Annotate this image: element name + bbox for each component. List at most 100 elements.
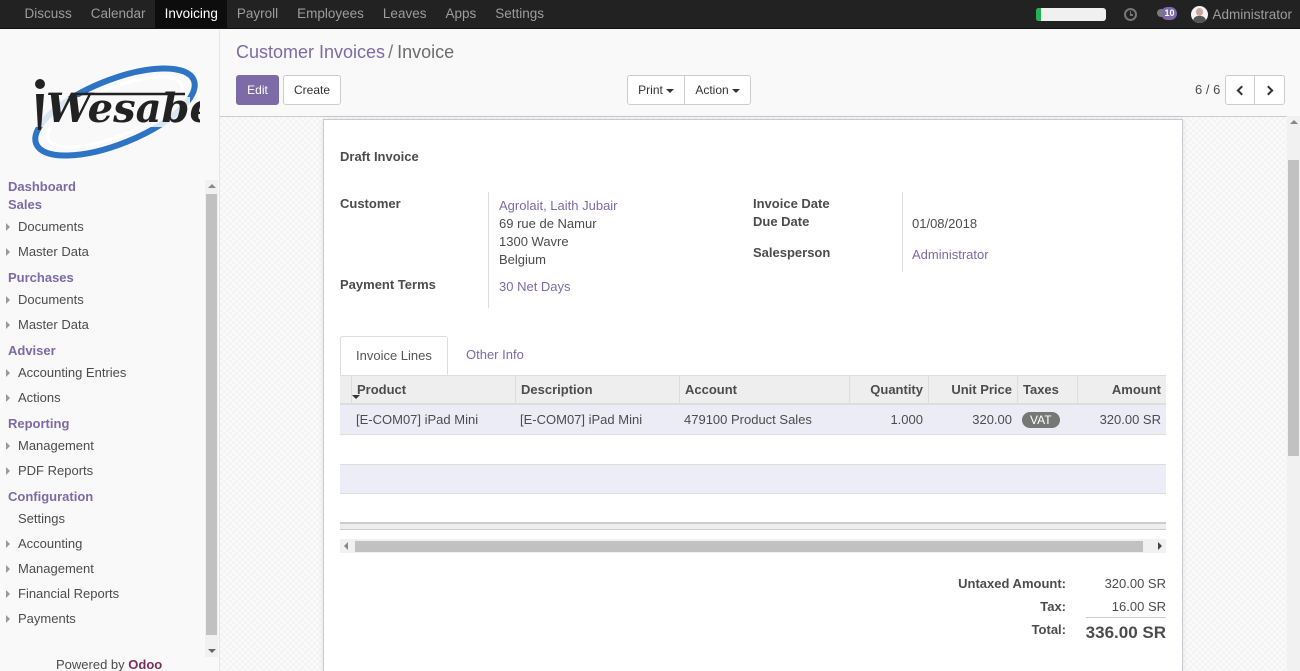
sidebar-item-label: Financial Reports [18,586,120,601]
company-logo: Wesabe [30,65,200,159]
scroll-up-icon[interactable] [1290,120,1298,124]
tax-value: 16.00 SR [1111,599,1166,614]
table-footer [340,522,1166,530]
notebook-tabs: Invoice Lines Other Info [340,336,1166,375]
sidebar-item-purchases-master-data[interactable]: Master Data [0,312,205,337]
caret-right-icon [6,223,10,231]
sidebar-item-label: Master Data [18,244,89,259]
sidebar-item-settings[interactable]: Settings [0,506,205,531]
menu-employees[interactable]: Employees [288,0,374,28]
column-header-product[interactable]: Product [351,376,515,404]
column-header-unit-price[interactable]: Unit Price [928,376,1017,404]
sidebar-item-label: PDF Reports [18,463,94,478]
breadcrumb-customer-invoices[interactable]: Customer Invoices [236,42,385,62]
menu-calendar[interactable]: Calendar [81,0,155,28]
main-scrollbar[interactable] [1287,116,1300,671]
sidebar-item-actions[interactable]: Actions [0,385,205,410]
activity-clock-icon[interactable] [1124,8,1138,21]
user-menu[interactable]: Administrator [1212,7,1292,22]
sidebar-item-payments[interactable]: Payments [0,606,205,631]
sidebar-item-label: Master Data [18,317,89,332]
tab-other-info[interactable]: Other Info [451,336,539,375]
breadcrumb: Customer Invoices / Invoice [236,42,454,63]
scroll-down-icon[interactable] [208,649,216,653]
caret-right-icon [6,369,10,377]
sidebar-item-sales-master-data[interactable]: Master Data [0,239,205,264]
sidebar-item-label: Accounting [18,536,83,551]
user-avatar[interactable] [1191,6,1209,23]
sidebar-item-financial-reports[interactable]: Financial Reports [0,581,205,606]
column-header-account[interactable]: Account [679,376,849,404]
column-header-quantity[interactable]: Quantity [849,376,928,404]
sidebar-item-label: Documents [18,219,84,234]
create-button[interactable]: Create [283,75,341,105]
customer-address-line2: 1300 Wavre [499,234,569,249]
planner-progress-bar[interactable] [1036,8,1107,21]
table-horizontal-scrollbar[interactable] [340,539,1166,553]
scroll-right-icon[interactable] [1158,542,1162,550]
untaxed-amount-label: Untaxed Amount: [958,576,1066,591]
customer-label: Customer [340,196,401,211]
cell-quantity: 1.000 [890,412,923,427]
menu-discuss[interactable]: Discuss [15,0,81,28]
menu-settings[interactable]: Settings [486,0,554,28]
sidebar-section-reporting: Reporting [8,416,70,431]
cell-product: [E-COM07] iPad Mini [356,412,479,427]
payment-terms-link[interactable]: 30 Net Days [499,279,571,294]
menu-invoicing[interactable]: Invoicing [155,0,228,28]
sidebar-item-accounting-entries[interactable]: Accounting Entries [0,360,205,385]
cell-account: 479100 Product Sales [684,412,812,427]
cell-amount: 320.00 SR [1099,412,1161,427]
action-label: Action [695,83,729,97]
caret-right-icon [6,615,10,623]
column-header-amount[interactable]: Amount [1077,376,1166,404]
action-dropdown[interactable]: Action [684,75,751,105]
sidebar-item-label: Payments [18,611,76,626]
caret-right-icon [6,394,10,402]
pager-previous-button[interactable] [1225,75,1255,105]
scroll-up-icon[interactable] [208,184,216,188]
messages-button[interactable]: 10 [1157,6,1183,23]
chevron-left-icon [1236,85,1247,96]
customer-link[interactable]: Agrolait, Laith Jubair [499,198,618,213]
menu-apps[interactable]: Apps [436,0,486,28]
top-navbar: Discuss Calendar Invoicing Payroll Emplo… [0,0,1300,29]
due-date-label: Due Date [753,214,810,229]
scrollbar-thumb[interactable] [355,541,1143,552]
sidebar-scrollbar[interactable] [205,180,218,657]
sidebar-item-purchases-documents[interactable]: Documents [0,287,205,312]
app-menu: Discuss Calendar Invoicing Payroll Emplo… [15,0,554,29]
cell-unit-price: 320.00 [972,412,1012,427]
tab-invoice-lines[interactable]: Invoice Lines [340,336,448,375]
caret-down-icon [731,88,740,93]
menu-leaves[interactable]: Leaves [373,0,436,28]
untaxed-amount-value: 320.00 SR [1104,576,1166,591]
salesperson-link[interactable]: Administrator [912,247,989,262]
scrollbar-thumb[interactable] [206,194,217,635]
sidebar-section-configuration: Configuration [8,489,94,504]
sidebar-item-accounting[interactable]: Accounting [0,531,205,556]
scrollbar-thumb[interactable] [1288,160,1299,456]
print-dropdown[interactable]: Print [627,75,685,105]
sidebar-item-sales-documents[interactable]: Documents [0,214,205,239]
tax-label: Tax: [1040,599,1066,614]
sidebar-item-pdf-reports[interactable]: PDF Reports [0,458,205,483]
odoo-link[interactable]: Odoo [128,657,162,671]
scroll-left-icon[interactable] [344,542,348,550]
invoice-lines-table: Product Description Account Quantity Uni… [340,375,1166,435]
customer-address-line3: Belgium [499,252,546,267]
pager-value[interactable]: 6 / 6 [1195,82,1220,97]
edit-button[interactable]: Edit [236,75,279,105]
menu-payroll[interactable]: Payroll [227,0,287,28]
breadcrumb-current: Invoice [397,42,455,62]
sidebar-section-adviser: Adviser [8,343,56,358]
column-header-taxes[interactable]: Taxes [1017,376,1077,404]
column-header-description[interactable]: Description [515,376,679,404]
pager-next-button[interactable] [1254,75,1285,105]
message-count-badge: 10 [1161,6,1178,20]
caret-right-icon [6,540,10,548]
sidebar-item-config-management[interactable]: Management [0,556,205,581]
table-row[interactable]: [E-COM07] iPad Mini [E-COM07] iPad Mini … [340,405,1166,435]
sidebar-section-dashboard[interactable]: Dashboard [0,178,205,196]
sidebar-item-reporting-management[interactable]: Management [0,433,205,458]
